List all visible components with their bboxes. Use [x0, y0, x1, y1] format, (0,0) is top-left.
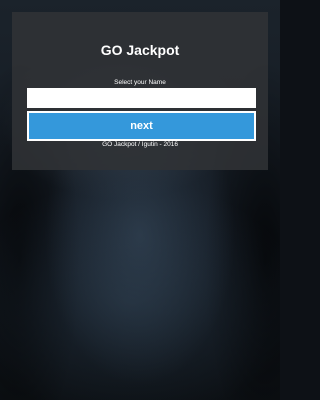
select-name-label: Select your Name — [114, 79, 166, 86]
next-button[interactable]: next — [27, 111, 256, 141]
footer-credit: GO Jackpot / Igutin - 2016 — [102, 141, 178, 148]
app-title: GO Jackpot — [100, 42, 180, 58]
login-panel: GO Jackpot Select your Name next GO Jack… — [12, 12, 268, 170]
name-input[interactable] — [27, 88, 256, 108]
